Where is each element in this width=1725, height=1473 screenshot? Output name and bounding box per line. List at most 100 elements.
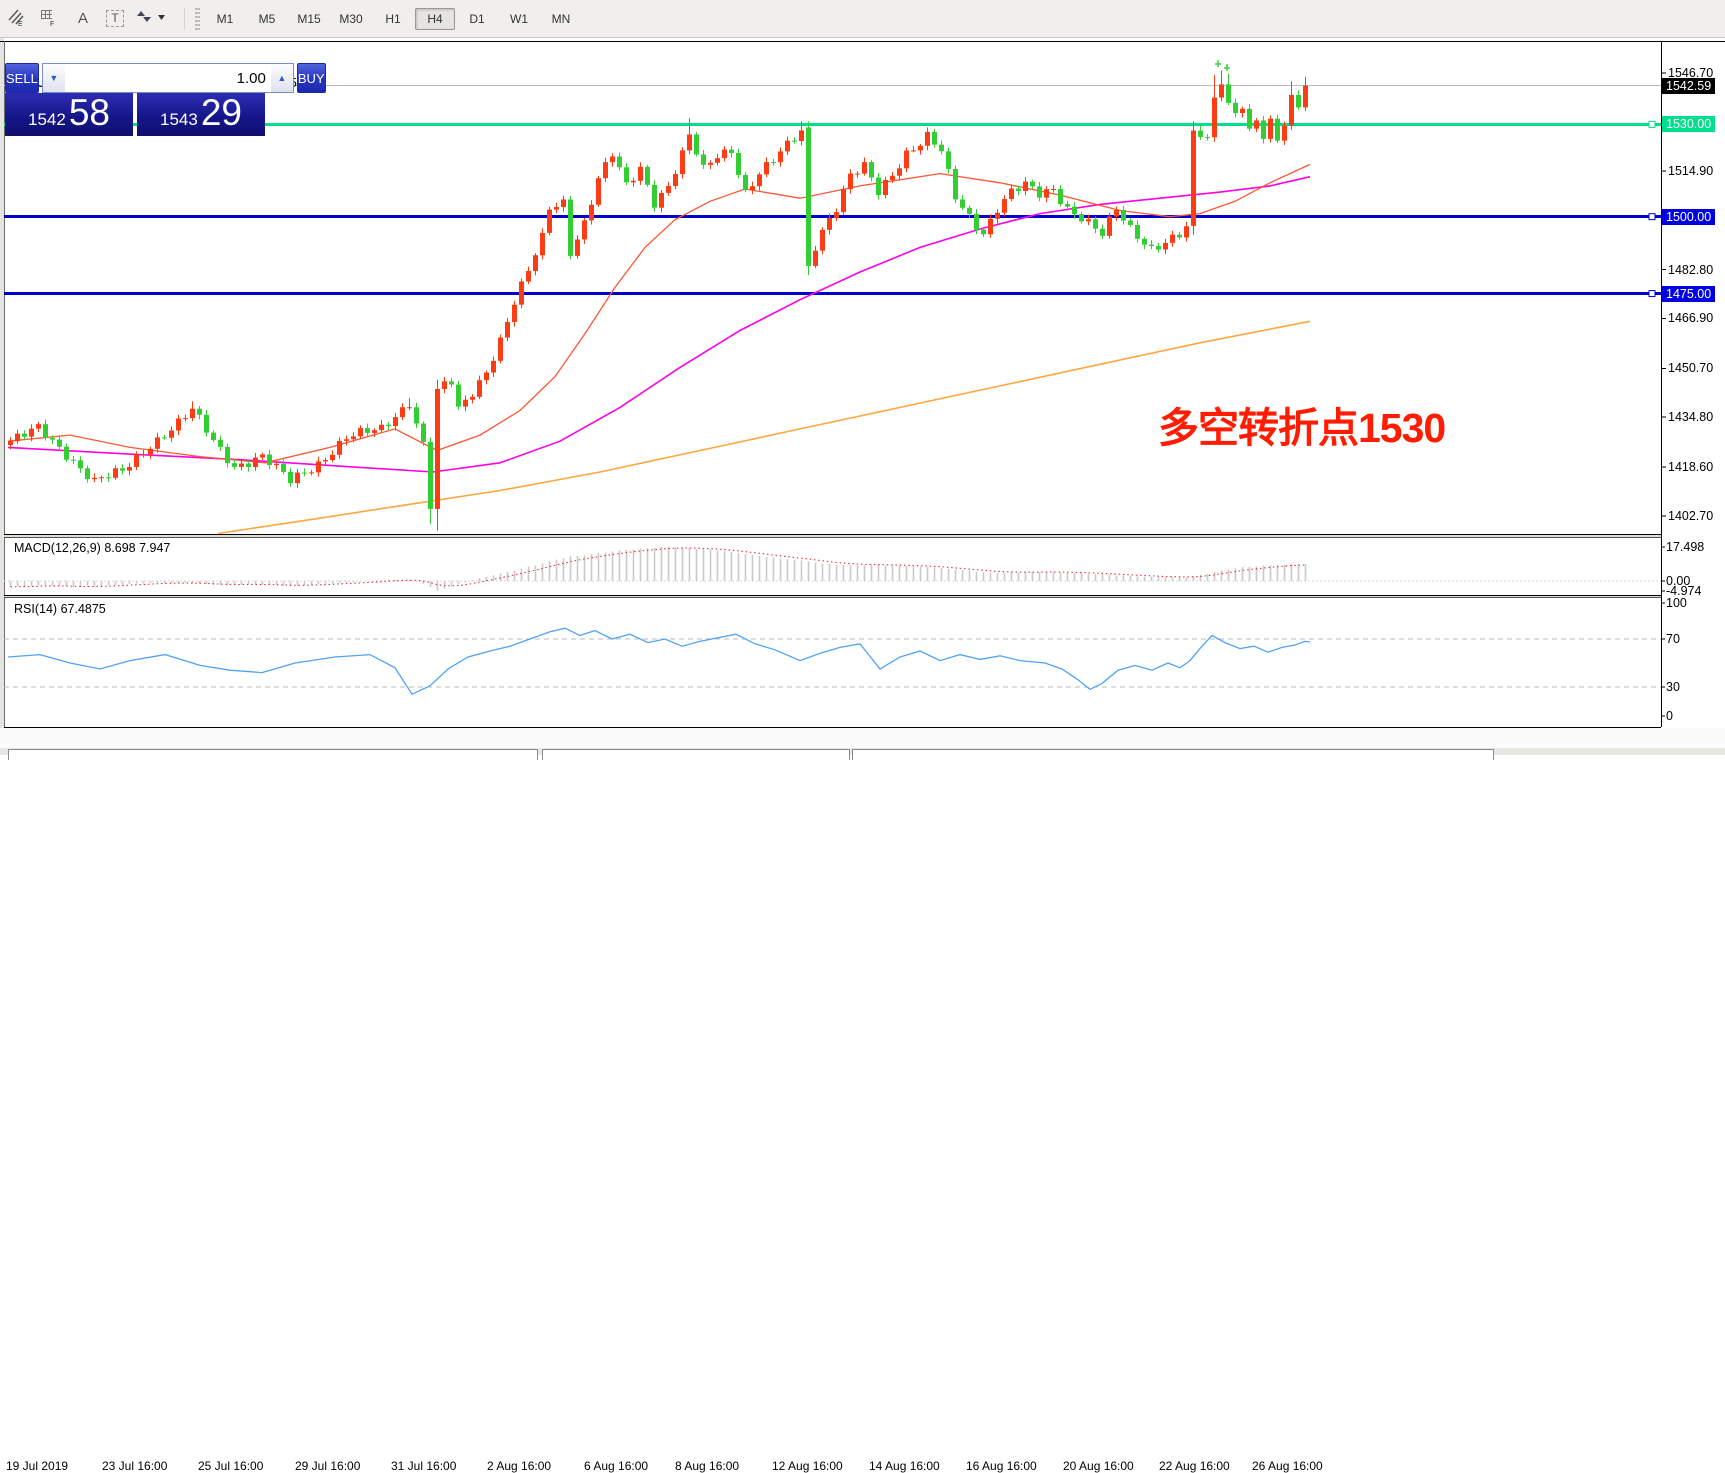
candle-body [337, 441, 342, 455]
candle-body [701, 154, 706, 164]
candle-body [512, 305, 517, 322]
candle-body [1268, 119, 1273, 139]
buy-price-pips: 29 [201, 93, 242, 133]
candle-body [36, 424, 41, 429]
candle-body [687, 134, 692, 150]
candle-body [386, 425, 391, 426]
one-click-trading-panel: SELL ▼ ▲ BUY 1542 58 1543 29 [5, 62, 265, 136]
candle-body [911, 150, 916, 151]
timeframe-button-H4[interactable]: H4 [415, 8, 455, 30]
candle-body [1191, 131, 1196, 226]
candle-body [547, 210, 552, 233]
candle-body [169, 430, 174, 437]
macd-splitter[interactable] [4, 535, 1661, 537]
date-axis-label: 16 Aug 16:00 [966, 1459, 1037, 1473]
candle-body [1163, 243, 1168, 250]
sell-price-pips: 58 [69, 93, 110, 133]
candle-body [1023, 182, 1028, 191]
candle-body [1156, 246, 1161, 250]
candle-body [981, 230, 986, 235]
candle-body [1093, 219, 1098, 228]
text-t-icon[interactable]: T [102, 7, 128, 31]
rsi-splitter[interactable] [4, 596, 1661, 597]
candle-body [995, 213, 1000, 219]
date-axis[interactable]: 19 Jul 201923 Jul 16:0025 Jul 16:0029 Ju… [0, 728, 1725, 748]
candle-body [757, 174, 762, 186]
candle-body [659, 193, 664, 208]
rsi-value: 67.4875 [61, 602, 106, 616]
candle-body [50, 438, 55, 440]
sell-price[interactable]: 1542 58 [5, 93, 133, 136]
candle-body [449, 381, 454, 384]
candle-body [743, 175, 748, 190]
candle-body [1079, 214, 1084, 221]
candle-body [71, 460, 76, 461]
candle-body [918, 146, 923, 151]
date-axis-label: 6 Aug 16:00 [584, 1459, 648, 1473]
candle-body [267, 454, 272, 465]
candle-body [799, 130, 804, 141]
candle-body [645, 167, 650, 185]
candle-body [1240, 109, 1245, 113]
grid-f-icon[interactable]: F [38, 7, 64, 31]
date-axis-label: 23 Jul 16:00 [102, 1459, 167, 1473]
candle-body [155, 437, 160, 448]
svg-text:F: F [50, 21, 54, 27]
timeframe-button-D1[interactable]: D1 [457, 8, 497, 30]
timeframe-button-M15[interactable]: M15 [289, 8, 329, 30]
candle-body [813, 251, 818, 266]
timeframe-button-H1[interactable]: H1 [373, 8, 413, 30]
volume-input[interactable] [65, 64, 271, 92]
candle-body [176, 419, 181, 431]
arrange-arrows-icon[interactable] [134, 7, 174, 31]
candle-body [435, 389, 440, 509]
candle-body [29, 429, 34, 437]
toolbar-grip[interactable] [195, 8, 200, 30]
timeframe-button-M1[interactable]: M1 [205, 8, 245, 30]
buy-button[interactable]: BUY [297, 63, 326, 93]
volume-increase-button[interactable]: ▲ [271, 64, 293, 92]
price-axis-label: 1434.80 [1668, 410, 1713, 424]
candle-body [932, 132, 937, 145]
rsi-axis-label: 0 [1666, 709, 1673, 723]
timeframe-button-MN[interactable]: MN [541, 8, 581, 30]
candle-body [1086, 219, 1091, 221]
buy-price-main: 1543 [160, 110, 198, 130]
candle-body [1100, 229, 1105, 236]
candle-body [806, 127, 811, 265]
hatch-e-icon[interactable]: E [6, 7, 32, 31]
candle-body [358, 428, 363, 436]
date-axis-label: 12 Aug 16:00 [772, 1459, 843, 1473]
text-a-icon[interactable]: A [70, 7, 96, 31]
candle-body [428, 442, 433, 509]
rsi-axis-label: 30 [1666, 680, 1680, 694]
candle-body [162, 437, 167, 438]
sell-price-main: 1542 [28, 110, 66, 130]
candle-body [1296, 95, 1301, 107]
volume-decrease-button[interactable]: ▼ [43, 64, 65, 92]
timeframe-button-W1[interactable]: W1 [499, 8, 539, 30]
candle-body [372, 430, 377, 433]
candle-body [1142, 239, 1147, 245]
buy-price[interactable]: 1543 29 [137, 93, 265, 136]
candle-body [85, 468, 90, 479]
sell-button[interactable]: SELL [5, 63, 39, 93]
rsi-label: RSI(14) 67.4875 [14, 602, 106, 616]
hline-handle[interactable] [1649, 214, 1655, 220]
hline-handle[interactable] [1649, 291, 1655, 297]
timeframe-button-M5[interactable]: M5 [247, 8, 287, 30]
candle-body [1065, 204, 1070, 207]
candle-body [379, 425, 384, 430]
candle-body [99, 477, 104, 478]
toolbar: E F A T M1M5M15M30H1H4D1W1MN [0, 0, 1725, 38]
candle-body [323, 460, 328, 461]
candle-body [225, 447, 230, 463]
candle-body [64, 447, 69, 460]
chart-text-annotation[interactable]: 多空转折点1530 [1158, 394, 1445, 454]
timeframe-button-M30[interactable]: M30 [331, 8, 371, 30]
candle-body [211, 433, 216, 440]
candle-body [736, 153, 741, 175]
date-axis-label: 14 Aug 16:00 [869, 1459, 940, 1473]
candle-body [253, 458, 258, 467]
hline-handle[interactable] [1649, 121, 1655, 127]
